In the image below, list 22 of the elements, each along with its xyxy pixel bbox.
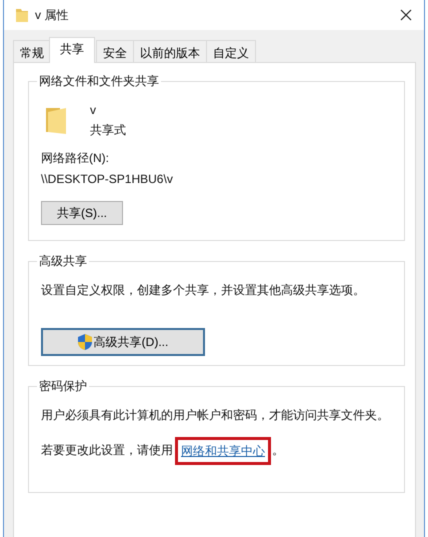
folder-icon	[46, 106, 68, 134]
tab[interactable]: 共享	[49, 37, 95, 63]
group-title: 高级共享	[38, 253, 88, 270]
path-label: 网络路径(N):	[41, 150, 109, 166]
folder-icon	[16, 8, 28, 22]
shield-icon	[78, 334, 92, 350]
instruction-text: 若要更改此设置，请使用 网络和共享中心 。	[41, 437, 284, 465]
tab[interactable]: 自定义	[206, 40, 256, 62]
description-text: 用户必须具有此计算机的用户帐户和密码，才能访问共享文件夹。	[41, 407, 389, 423]
network-sharing-center-link[interactable]: 网络和共享中心	[181, 444, 265, 458]
share-status: 共享式	[90, 122, 126, 138]
folder-name: v	[90, 102, 97, 118]
description-text: 设置自定义权限，创建多个共享，并设置其他高级共享选项。	[41, 282, 365, 298]
tab[interactable]: 安全	[96, 40, 134, 62]
share-button[interactable]: 共享(S)...	[41, 201, 123, 225]
close-icon	[400, 9, 412, 21]
group-title: 网络文件和文件夹共享	[38, 73, 160, 90]
tab[interactable]: 常规	[13, 40, 51, 62]
network-path: \\DESKTOP-SP1HBU6\v	[41, 171, 173, 187]
advanced-sharing-button[interactable]: 高级共享(D)...	[41, 328, 205, 356]
window-title: v 属性	[35, 6, 70, 24]
group-title: 密码保护	[38, 378, 88, 395]
